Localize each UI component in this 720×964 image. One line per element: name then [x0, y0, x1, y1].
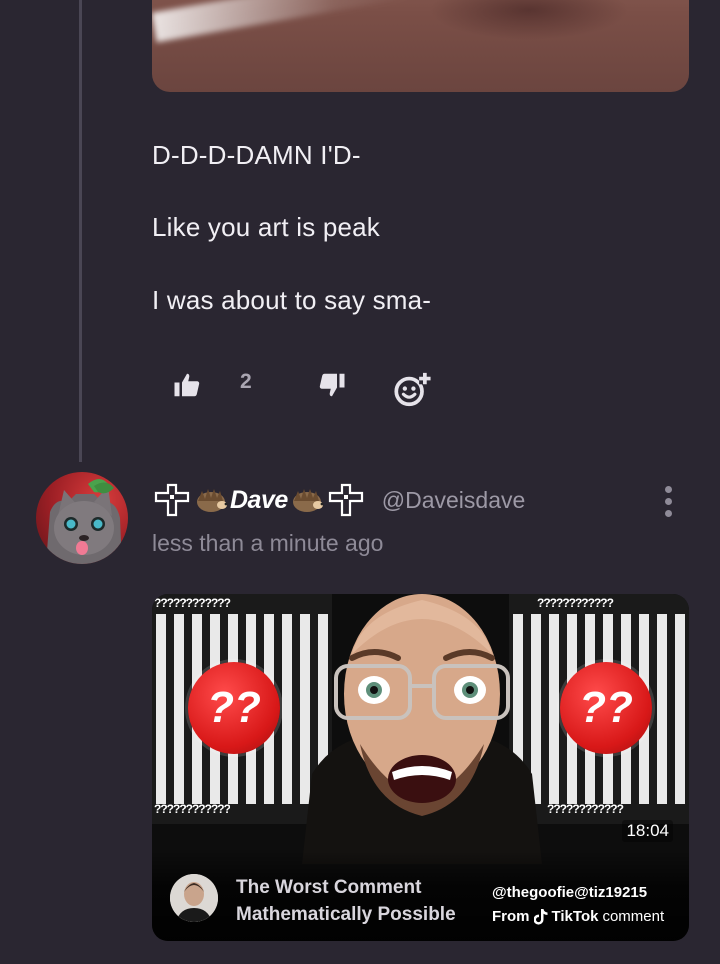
- video-title[interactable]: The Worst Comment Mathematically Possibl…: [236, 874, 456, 928]
- cross-emblem-icon: [328, 483, 363, 517]
- comment-text-line: Like you art is peak: [152, 212, 381, 242]
- question-badge: ??: [188, 662, 280, 754]
- add-reaction-icon: [394, 372, 431, 407]
- credit-from: From: [492, 908, 530, 925]
- video-title-line: The Worst Comment: [236, 877, 422, 898]
- thumbs-down-icon: [319, 373, 345, 397]
- video-embed[interactable]: ???????????? ???????????? ???????????? ?…: [152, 594, 689, 941]
- comment-text-line: I was about to say sma-: [152, 285, 432, 315]
- source-handle: @thegoofie@tiz19215: [492, 884, 648, 901]
- video-title-line: Mathematically Possible: [236, 904, 456, 925]
- tiktok-credit: From TikTok comment: [492, 908, 664, 925]
- parent-comment-image[interactable]: [152, 0, 689, 92]
- cat-avatar-image: [46, 479, 122, 564]
- channel-avatar[interactable]: [170, 874, 218, 922]
- thread-connector-line: [79, 0, 82, 462]
- comment-thread-screen: D-D-D-DAMN I'D- Like you art is peak I w…: [0, 0, 720, 964]
- hedgehog-icon: [197, 489, 228, 512]
- hedgehog-icon: [292, 489, 324, 512]
- comment-timestamp: less than a minute ago: [152, 530, 384, 556]
- question-row: ????????????: [547, 802, 624, 816]
- cross-emblem-icon: [154, 483, 190, 517]
- question-row: ????????????: [154, 802, 230, 816]
- thumbs-up-icon: [174, 373, 200, 397]
- add-reaction-button[interactable]: [392, 370, 432, 415]
- question-row: ????????????: [537, 596, 614, 610]
- like-button[interactable]: [172, 370, 202, 405]
- like-count: 2: [240, 370, 252, 393]
- surprised-man-thumbnail: [302, 594, 542, 864]
- more-vertical-icon[interactable]: [658, 484, 678, 520]
- reply-user-row: Dave @Daveisdave: [152, 482, 525, 518]
- video-duration: 18:04: [622, 820, 673, 842]
- channel-avatar-image: [170, 874, 218, 922]
- question-badge: ??: [560, 662, 652, 754]
- credit-brand: TikTok: [551, 908, 599, 925]
- avatar[interactable]: [36, 472, 128, 564]
- credit-suffix: comment: [602, 908, 665, 925]
- display-name[interactable]: Dave: [230, 486, 288, 515]
- tiktok-logo-icon: [533, 908, 547, 925]
- dislike-button[interactable]: [317, 370, 347, 405]
- comment-text-line: D-D-D-DAMN I'D-: [152, 140, 361, 170]
- user-handle[interactable]: @Daveisdave: [382, 487, 526, 514]
